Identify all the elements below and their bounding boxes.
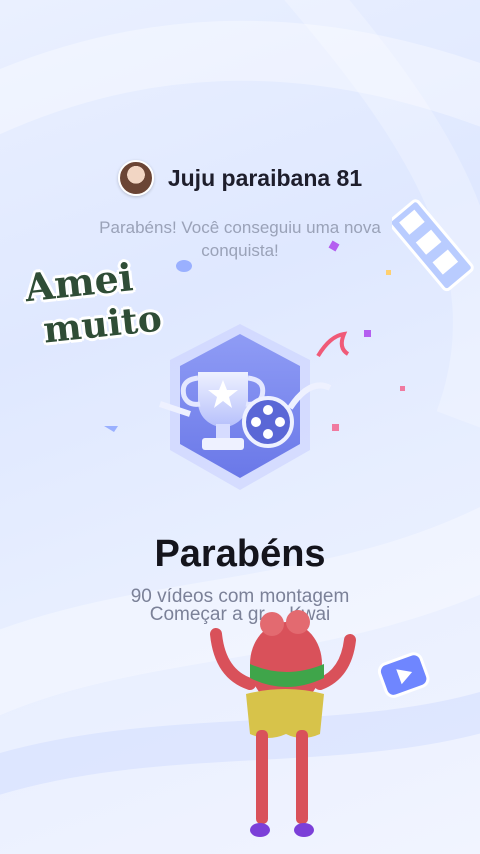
dancing-character-sticker[interactable] [200, 604, 370, 844]
avatar[interactable] [117, 160, 154, 196]
achievement-header: Juju paraibana 81 Parabéns! Você consegu… [0, 160, 480, 262]
user-row: Juju paraibana 81 [0, 160, 480, 196]
trophy-badge-icon [159, 324, 332, 490]
achievement-title: Parabéns [154, 533, 326, 575]
username[interactable]: Juju paraibana 81 [168, 165, 362, 192]
play-icon [377, 652, 430, 698]
